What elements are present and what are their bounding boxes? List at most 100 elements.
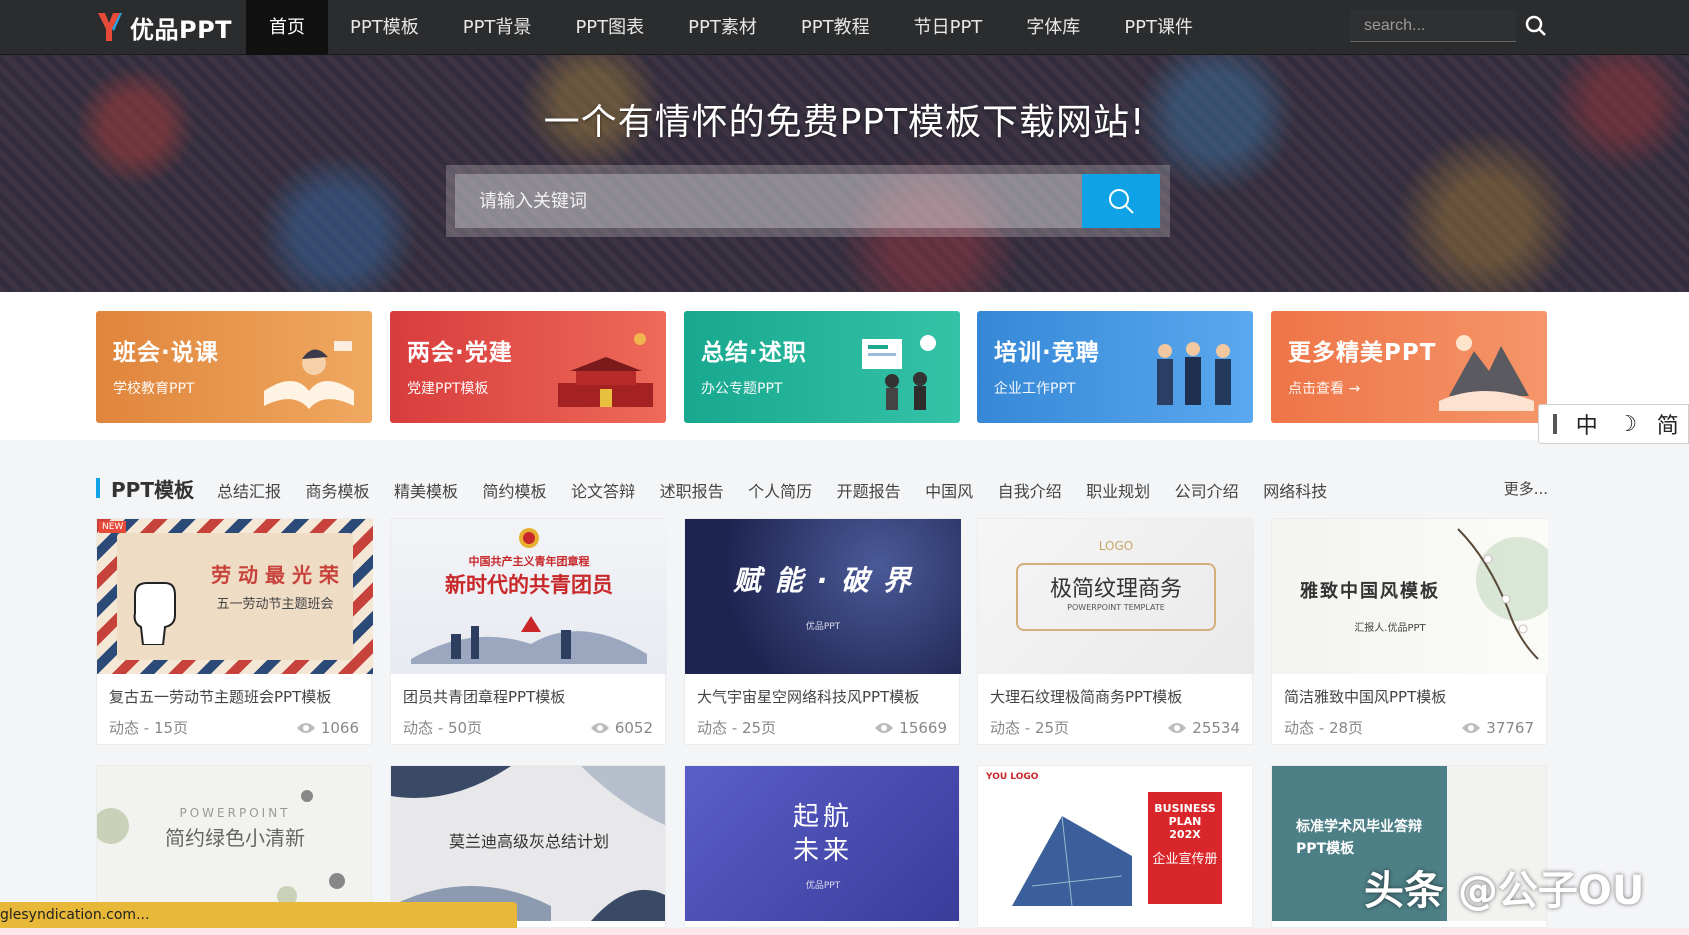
template-card[interactable]: 中国共产主义青年团章程 新时代的共青团员 团员共青团章程PPT模板 动态 - 5… bbox=[390, 518, 667, 745]
category-party-building[interactable]: 两会·党建 党建PPT模板 bbox=[390, 311, 666, 423]
template-thumbnail: 赋 能 · 破 界 优品PPT bbox=[685, 519, 961, 674]
tag-summary[interactable]: 总结汇报 bbox=[217, 478, 281, 502]
template-card[interactable]: LOGO 极简纹理商务 POWERPOINT TEMPLATE 大理石纹理极简商… bbox=[977, 518, 1254, 745]
book-reading-icon bbox=[264, 341, 354, 409]
nav-item-holiday-ppt[interactable]: 节日PPT bbox=[892, 0, 1005, 55]
tag-company[interactable]: 公司介绍 bbox=[1175, 478, 1239, 502]
card-views: 6052 bbox=[590, 717, 653, 738]
card-meta: 动态 - 25页 25534 bbox=[978, 707, 1252, 738]
thumb-title: 劳 动 最 光 荣 bbox=[211, 563, 339, 587]
tag-self-intro[interactable]: 自我介绍 bbox=[998, 478, 1062, 502]
thumb-title: 雅致中国风模板 bbox=[1300, 581, 1440, 602]
category-training[interactable]: 培训·竞聘 企业工作PPT bbox=[977, 311, 1253, 423]
category-subtitle: 点击查看 → bbox=[1288, 381, 1361, 397]
template-thumbnail: 起航 未来 优品PPT bbox=[685, 766, 959, 921]
section-header: PPT模板 总结汇报 商务模板 精美模板 简约模板 论文答辩 述职报告 个人简历… bbox=[96, 474, 1548, 504]
thumb-subtitle: 优品PPT bbox=[805, 881, 841, 891]
card-meta: 动态 - 50页 6052 bbox=[391, 707, 665, 738]
template-thumbnail: LOGO 极简纹理商务 POWERPOINT TEMPLATE bbox=[978, 519, 1254, 674]
tag-simple[interactable]: 简约模板 bbox=[483, 478, 547, 502]
ime-chinese-toggle[interactable]: 中 bbox=[1567, 408, 1608, 440]
thumb-subtitle: POWERPOINT TEMPLATE bbox=[1067, 603, 1165, 612]
nav-item-ppt-materials[interactable]: PPT素材 bbox=[666, 0, 779, 55]
section-accent-bar bbox=[96, 478, 100, 498]
ime-drag-handle[interactable] bbox=[1553, 414, 1557, 434]
template-card[interactable]: 赋 能 · 破 界 优品PPT 大气宇宙星空网络科技风PPT模板 动态 - 25… bbox=[684, 518, 961, 745]
section-tags: 总结汇报 商务模板 精美模板 简约模板 论文答辩 述职报告 个人简历 开题报告 … bbox=[217, 478, 1352, 502]
category-class-meeting[interactable]: 班会·说课 学校教育PPT bbox=[96, 311, 372, 423]
tag-exquisite[interactable]: 精美模板 bbox=[394, 478, 458, 502]
nav-item-ppt-courseware[interactable]: PPT课件 bbox=[1102, 0, 1215, 55]
card-views: 37767 bbox=[1461, 717, 1534, 738]
tag-chinese-style[interactable]: 中国风 bbox=[925, 478, 973, 502]
tag-tech[interactable]: 网络科技 bbox=[1263, 478, 1327, 502]
search-icon bbox=[1109, 189, 1134, 214]
eye-icon bbox=[1462, 722, 1481, 733]
thumb-subtitle: 优品PPT bbox=[805, 622, 841, 632]
main-nav: 首页 PPT模板 PPT背景 PPT图表 PPT素材 PPT教程 节日PPT 字… bbox=[246, 0, 1215, 55]
hero-search-input[interactable] bbox=[455, 174, 1082, 228]
nav-item-ppt-templates[interactable]: PPT模板 bbox=[328, 0, 441, 55]
top-search-input[interactable] bbox=[1350, 10, 1516, 41]
card-title: 团员共青团章程PPT模板 bbox=[403, 688, 566, 706]
hero-search-button[interactable] bbox=[1082, 174, 1160, 228]
nav-item-ppt-charts[interactable]: PPT图表 bbox=[553, 0, 666, 55]
more-link[interactable]: 更多... bbox=[1504, 478, 1548, 499]
thumb-title: 莫兰迪高级灰总结计划 bbox=[448, 832, 609, 851]
template-thumbnail: POWERPOINT 简约绿色小清新 bbox=[97, 766, 371, 921]
card-views: 15669 bbox=[874, 717, 947, 738]
card-pages: 动态 - 28页 bbox=[1284, 719, 1364, 737]
tag-resume[interactable]: 个人简历 bbox=[748, 478, 812, 502]
category-subtitle: 办公专题PPT bbox=[701, 381, 783, 397]
card-title: 简洁雅致中国风PPT模板 bbox=[1284, 688, 1447, 706]
card-views: 1066 bbox=[296, 717, 359, 738]
card-title: 复古五一劳动节主题班会PPT模板 bbox=[109, 688, 332, 706]
thumb-title: 标准学术风毕业答辩 bbox=[1296, 819, 1422, 835]
tag-career[interactable]: 职业规划 bbox=[1086, 478, 1150, 502]
template-card[interactable]: 雅致中国风模板 汇报人.优品PPT 简洁雅致中国风PPT模板 动态 - 28页 … bbox=[1271, 518, 1548, 745]
ime-halfwidth-toggle[interactable]: ☽ bbox=[1607, 412, 1648, 437]
tag-thesis[interactable]: 论文答辩 bbox=[571, 478, 635, 502]
category-work-summary[interactable]: 总结·述职 办公专题PPT bbox=[684, 311, 960, 423]
template-thumbnail: 中国共产主义青年团章程 新时代的共青团员 bbox=[391, 519, 667, 674]
browser-status-bar: glesyndication.com... bbox=[0, 902, 517, 928]
category-more[interactable]: 更多精美PPT 点击查看 → bbox=[1271, 311, 1547, 423]
handshake-people-icon bbox=[1157, 342, 1231, 405]
thumb-subtitle: 汇报人.优品PPT bbox=[1354, 623, 1426, 634]
card-pages: 动态 - 50页 bbox=[403, 719, 483, 737]
landscape-icon bbox=[1439, 335, 1534, 411]
category-subtitle: 企业工作PPT bbox=[994, 381, 1076, 397]
template-thumbnail: YOU LOGO BUSINESS PLAN 202X 企业宣传册 bbox=[978, 766, 1252, 921]
eye-icon bbox=[875, 722, 894, 733]
thumb-title-line2: 企业宣传册 bbox=[1152, 851, 1218, 867]
ime-simplified-toggle[interactable]: 简 bbox=[1648, 408, 1689, 440]
thumb-title: 起航 bbox=[792, 802, 853, 832]
thumb-logo: YOU LOGO bbox=[986, 772, 1039, 782]
category-title: 两会·党建 bbox=[407, 340, 513, 366]
template-thumbnail: 莫兰迪高级灰总结计划 bbox=[391, 766, 665, 921]
thumb-title: BUSINESS PLAN 202X bbox=[1154, 802, 1216, 842]
tag-business[interactable]: 商务模板 bbox=[306, 478, 370, 502]
nav-item-ppt-tutorials[interactable]: PPT教程 bbox=[779, 0, 892, 55]
watermark-text: 头条 @公子OU bbox=[1364, 868, 1645, 914]
nav-item-ppt-backgrounds[interactable]: PPT背景 bbox=[441, 0, 554, 55]
category-title: 培训·竞聘 bbox=[994, 340, 1100, 366]
category-subtitle: 党建PPT模板 bbox=[407, 381, 489, 397]
category-title: 总结·述职 bbox=[701, 340, 807, 366]
card-pages: 动态 - 15页 bbox=[109, 719, 189, 737]
search-icon[interactable] bbox=[1524, 14, 1548, 38]
tag-proposal[interactable]: 开题报告 bbox=[837, 478, 901, 502]
template-card[interactable]: NEW 劳 动 最 光 荣 五一劳动节主题班会 复古五一劳动节主题班会PPT模板… bbox=[96, 518, 373, 745]
template-thumbnail: NEW 劳 动 最 光 荣 五一劳动节主题班会 bbox=[97, 519, 373, 674]
tag-report[interactable]: 述职报告 bbox=[660, 478, 724, 502]
nav-item-home[interactable]: 首页 bbox=[246, 0, 328, 55]
template-thumbnail: 雅致中国风模板 汇报人.优品PPT bbox=[1272, 519, 1548, 674]
site-logo[interactable]: 优品PPT bbox=[94, 8, 232, 46]
template-card[interactable]: 起航 未来 优品PPT bbox=[684, 765, 960, 928]
nav-item-fonts[interactable]: 字体库 bbox=[1004, 0, 1102, 55]
section-title: PPT模板 bbox=[111, 478, 194, 502]
template-card[interactable]: YOU LOGO BUSINESS PLAN 202X 企业宣传册 bbox=[977, 765, 1253, 928]
logo-text: 优品PPT bbox=[130, 15, 233, 44]
hero-banner: 一个有情怀的免费PPT模板下载网站! bbox=[0, 55, 1689, 292]
thumb-title: 极简纹理商务 bbox=[1049, 577, 1182, 602]
